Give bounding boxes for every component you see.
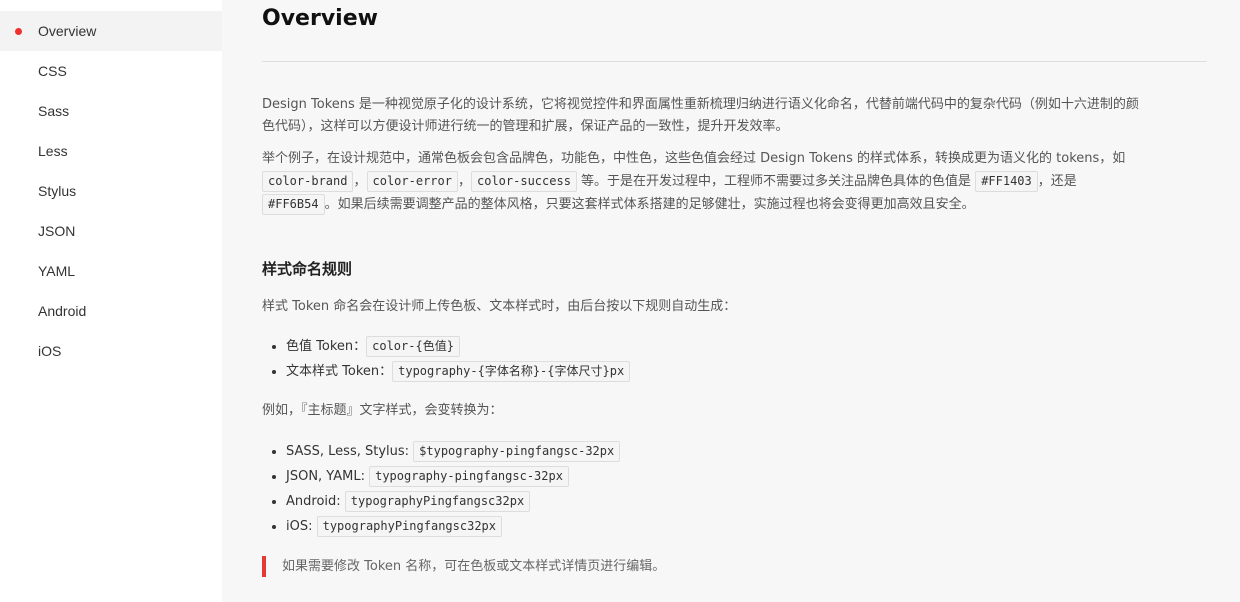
examples-list: SASS, Less, Stylus: $typography-pingfang… xyxy=(286,439,621,539)
example-code: typographyPingfangsc32px xyxy=(316,516,502,537)
main-content: Overview Design Tokens 是一种视觉原子化的设计系统，它将视… xyxy=(262,0,1207,602)
example-code: typography-pingfangsc-32px xyxy=(369,466,569,487)
rule-label: 文本样式 Token： xyxy=(286,364,393,379)
sidebar-item-label: Android xyxy=(38,303,87,319)
list-item: Android: typographyPingfangsc32px xyxy=(286,489,620,514)
sidebar-item-label: JSON xyxy=(38,223,76,239)
naming-rules-list: 色值 Token：color-{色值} 文本样式 Token：typograph… xyxy=(286,334,631,384)
example-label: iOS: xyxy=(286,519,317,534)
sidebar-item-json[interactable]: JSON xyxy=(0,211,222,251)
sidebar-item-stylus[interactable]: Stylus xyxy=(0,171,222,211)
rule-label: 色值 Token： xyxy=(286,339,367,354)
sidebar-item-label: Overview xyxy=(38,23,97,39)
sidebar-item-less[interactable]: Less xyxy=(0,131,222,171)
sidebar-item-label: Stylus xyxy=(38,183,77,199)
naming-description: 样式 Token 命名会在设计师上传色板、文本样式时，由后台按以下规则自动生成： xyxy=(262,299,737,314)
example-text-4: 。如果后续需要调整产品的整体风格，只要这套样式体系搭建的足够健壮，实施过程也将会… xyxy=(324,197,975,212)
example-label: Android: xyxy=(286,494,345,509)
example-paragraph: 举个例子，在设计规范中，通常色板会包含品牌色，功能色，中性色，这些色值会经过 D… xyxy=(262,147,1207,216)
code-color-success: color-success xyxy=(471,171,577,192)
naming-heading: 样式命名规则 xyxy=(262,260,353,278)
intro-line-1: Design Tokens 是一种视觉原子化的设计系统，它将视觉控件和界面属性重… xyxy=(262,97,1139,112)
example-text-1: 举个例子，在设计规范中，通常色板会包含品牌色，功能色，中性色，这些色值会经过 D… xyxy=(262,151,1126,166)
sidebar-item-ios[interactable]: iOS xyxy=(0,331,222,371)
rule-code: color-{色值} xyxy=(366,336,460,357)
rule-code: typography-{字体名称}-{字体尺寸}px xyxy=(392,361,631,382)
sidebar: Overview CSS Sass Less Stylus JSON YAML … xyxy=(0,0,222,602)
intro-line-2: 色代码），这样可以方便设计师进行统一的管理和扩展，保证产品的一致性，提升开发效率… xyxy=(262,119,789,134)
sidebar-item-android[interactable]: Android xyxy=(0,291,222,331)
code-color-brand: color-brand xyxy=(262,171,354,192)
example-intro: 例如，『主标题』文字样式，会变转换为： xyxy=(262,403,503,418)
example-text-2: 等。于是在开发过程中，工程师不需要过多关注品牌色具体的色值是 xyxy=(576,174,976,189)
code-hex-alt: #FF6B54 xyxy=(262,194,325,215)
list-item: JSON, YAML: typography-pingfangsc-32px xyxy=(286,464,620,489)
intro-paragraph: Design Tokens 是一种视觉原子化的设计系统，它将视觉控件和界面属性重… xyxy=(262,94,1207,138)
list-item: 文本样式 Token：typography-{字体名称}-{字体尺寸}px xyxy=(286,359,631,384)
sidebar-item-label: iOS xyxy=(38,343,62,359)
sidebar-item-label: Sass xyxy=(38,103,70,119)
example-label: JSON, YAML: xyxy=(286,469,370,484)
sidebar-item-overview[interactable]: Overview xyxy=(0,11,222,51)
sidebar-item-label: Less xyxy=(38,143,68,159)
title-divider xyxy=(262,61,1207,62)
separator: ， xyxy=(353,174,367,189)
sidebar-item-sass[interactable]: Sass xyxy=(0,91,222,131)
code-hex-brand: #FF1403 xyxy=(975,171,1038,192)
page-title: Overview xyxy=(262,6,378,31)
list-item: iOS: typographyPingfangsc32px xyxy=(286,514,620,539)
sidebar-item-css[interactable]: CSS xyxy=(0,51,222,91)
sidebar-item-label: YAML xyxy=(38,263,76,279)
separator: ， xyxy=(457,174,471,189)
example-text-3: ，还是 xyxy=(1037,174,1077,189)
sidebar-item-yaml[interactable]: YAML xyxy=(0,251,222,291)
list-item: SASS, Less, Stylus: $typography-pingfang… xyxy=(286,439,621,464)
callout-note: 如果需要修改 Token 名称，可在色板或文本样式详情页进行编辑。 xyxy=(262,556,862,577)
example-code: typographyPingfangsc32px xyxy=(344,491,531,512)
code-color-error: color-error xyxy=(366,171,458,192)
active-indicator-dot xyxy=(15,28,22,35)
example-label: SASS, Less, Stylus: xyxy=(286,444,414,459)
list-item: 色值 Token：color-{色值} xyxy=(286,334,630,359)
sidebar-item-label: CSS xyxy=(38,63,67,79)
example-code: $typography-pingfangsc-32px xyxy=(413,441,621,462)
